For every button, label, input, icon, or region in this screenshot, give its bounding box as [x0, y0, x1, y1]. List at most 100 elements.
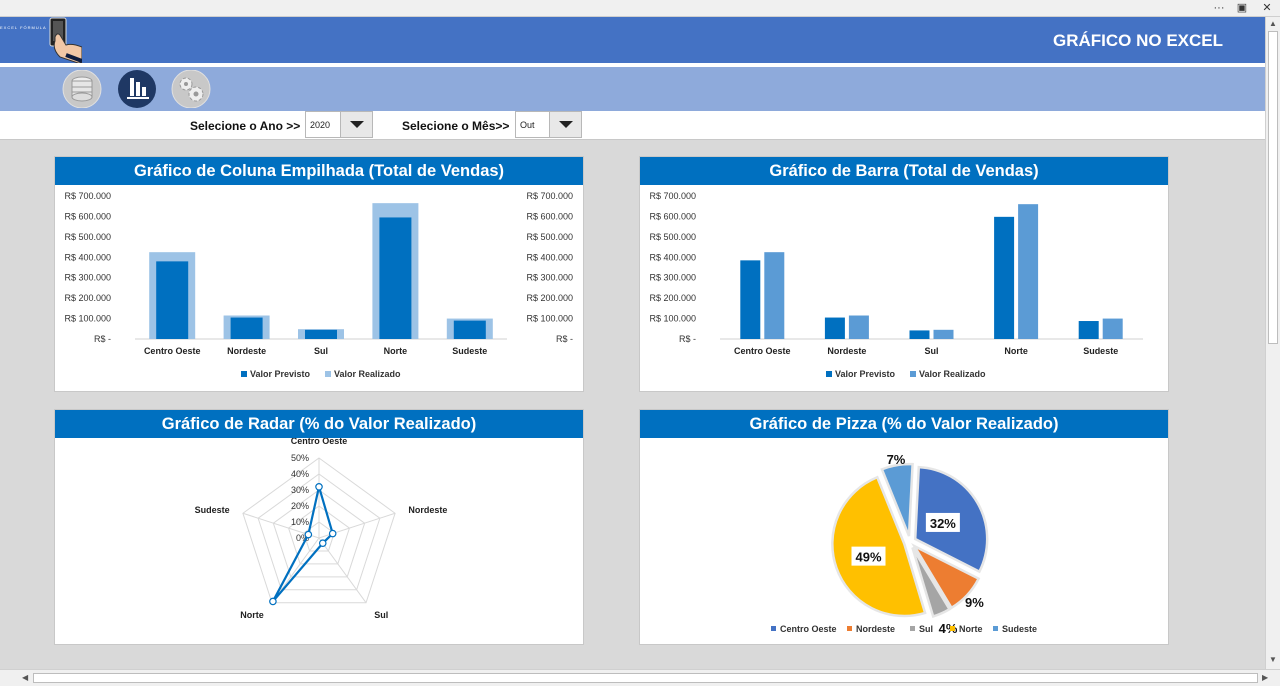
x-category-label: Centro Oeste	[734, 346, 791, 356]
x-category-label: Sudeste	[452, 346, 487, 356]
y2-tick-label: R$ 400.000	[526, 252, 573, 262]
bar-panel: Gráfico de Barra (Total de Vendas) R$ 70…	[639, 156, 1169, 392]
bar-chart-icon[interactable]	[116, 70, 158, 108]
y-tick-label: R$ 300.000	[649, 273, 696, 283]
y2-tick-label: R$ 600.000	[526, 211, 573, 221]
panel-title: Gráfico de Radar (% do Valor Realizado)	[55, 410, 583, 438]
y-tick-label: R$ 600.000	[64, 211, 111, 221]
y-tick-label: R$ 600.000	[649, 211, 696, 221]
legend-swatch	[847, 626, 852, 631]
scroll-left-icon[interactable]: ◀	[22, 673, 28, 682]
legend-swatch-previsto	[826, 371, 832, 377]
legend-label: Valor Realizado	[334, 369, 401, 379]
month-label: Selecione o Mês>>	[402, 119, 510, 133]
y-tick-label: R$ 700.000	[64, 191, 111, 201]
legend-label: Norte	[959, 624, 983, 634]
x-category-label: Centro Oeste	[144, 346, 201, 356]
bar-valor-previsto	[453, 320, 486, 339]
stacked-column-chart: R$ 700.000 R$ 700.000 R$ 600.000 R$ 600.000…	[64, 191, 573, 379]
month-value: Out	[520, 120, 535, 130]
radar-tick-label: 40%	[291, 469, 309, 479]
y2-tick-label: R$ 100.000	[526, 314, 573, 324]
legend-swatch-realizado	[325, 371, 331, 377]
legend-swatch-previsto	[241, 371, 247, 377]
legend-label: Valor Realizado	[919, 369, 986, 379]
close-window-icon[interactable]: ✕	[1256, 0, 1278, 17]
scroll-right-icon[interactable]: ▶	[1262, 673, 1268, 682]
radar-point	[315, 482, 323, 491]
legend-swatch	[950, 626, 955, 631]
month-dropdown-icon[interactable]	[549, 112, 581, 137]
navigation-bar	[0, 67, 1265, 111]
y-tick-label: R$ 400.000	[649, 252, 696, 262]
database-icon[interactable]	[61, 69, 103, 109]
radar-tick-label: 50%	[291, 453, 309, 463]
y-tick-label: R$ 200.000	[649, 293, 696, 303]
year-select[interactable]: 2020	[305, 111, 373, 138]
y2-tick-label: R$ 200.000	[526, 293, 573, 303]
stacked-column-panel: Gráfico de Coluna Empilhada (Total de Ve…	[54, 156, 584, 392]
legend-label: Sudeste	[1002, 624, 1037, 634]
y2-tick-label: R$ 300.000	[526, 273, 573, 283]
year-dropdown-icon[interactable]	[340, 112, 372, 137]
legend-swatch	[771, 626, 776, 631]
radar-tick-label: 20%	[291, 501, 309, 511]
more-options-icon[interactable]: ···	[1208, 0, 1230, 17]
y-tick-label: R$ 200.000	[64, 293, 111, 303]
legend-swatch	[910, 626, 915, 631]
horizontal-scroll-thumb[interactable]	[33, 673, 1258, 683]
bar-chart: R$ 700.000 R$ 600.000 R$ 500.000 R$ 400.000…	[649, 191, 1143, 379]
vertical-scrollbar[interactable]: ▲ ▼	[1265, 17, 1280, 669]
logo: EXCEL FÓRMULA	[0, 17, 83, 64]
y-tick-label: R$ 500.000	[649, 232, 696, 242]
pie-panel: Gráfico de Pizza (% do Valor Realizado) …	[639, 409, 1169, 645]
dashboard-header: EXCEL FÓRMULA GRÁFICO NO EXCEL	[0, 17, 1265, 64]
y2-tick-label: R$ 700.000	[526, 191, 573, 201]
bar-valor-previsto	[994, 216, 1015, 339]
pie-data-label: 32%	[930, 516, 956, 531]
horizontal-scrollbar[interactable]: ◀ ▶	[0, 669, 1280, 686]
vertical-scroll-thumb[interactable]	[1268, 31, 1278, 344]
bar-valor-previsto	[740, 260, 761, 339]
y-tick-label: R$ 700.000	[649, 191, 696, 201]
x-category-label: Nordeste	[827, 346, 866, 356]
legend-label: Sul	[919, 624, 933, 634]
legend-label: Valor Previsto	[250, 369, 311, 379]
y2-tick-label: R$ 500.000	[526, 232, 573, 242]
radar-point	[304, 530, 313, 539]
radar-spoke	[318, 537, 367, 604]
bar-valor-realizado	[1018, 204, 1039, 339]
radar-point	[318, 539, 327, 547]
x-category-label: Sudeste	[1083, 346, 1118, 356]
y-tick-label: R$ 100.000	[64, 314, 111, 324]
scroll-down-icon[interactable]: ▼	[1269, 655, 1277, 664]
pie-data-label: 49%	[855, 550, 881, 565]
radar-point	[328, 529, 337, 538]
month-select[interactable]: Out	[515, 111, 582, 138]
bar-valor-previsto	[1078, 321, 1099, 339]
window-titlebar: ··· ▣ ✕	[0, 0, 1280, 17]
legend-label: Valor Previsto	[835, 369, 896, 379]
x-category-label: Sul	[924, 346, 938, 356]
x-category-label: Nordeste	[227, 346, 266, 356]
x-category-label: Sul	[314, 346, 328, 356]
legend-swatch	[993, 626, 998, 631]
bar-valor-previsto	[230, 317, 263, 339]
pie-data-label: 7%	[887, 452, 906, 467]
y-tick-label: R$ -	[679, 334, 696, 344]
panel-title: Gráfico de Pizza (% do Valor Realizado)	[640, 410, 1168, 438]
legend-label: Nordeste	[856, 624, 895, 634]
panel-title: Gráfico de Coluna Empilhada (Total de Ve…	[55, 157, 583, 185]
radar-point	[269, 597, 277, 606]
settings-icon[interactable]	[170, 69, 212, 109]
x-category-label: Norte	[384, 346, 408, 356]
filter-row: Selecione o Ano >> 2020 Selecione o Mês>…	[0, 111, 1265, 140]
y-tick-label: R$ 300.000	[64, 273, 111, 283]
logo-text: EXCEL FÓRMULA	[0, 25, 47, 30]
legend-label: Centro Oeste	[780, 624, 837, 634]
panel-title: Gráfico de Barra (Total de Vendas)	[640, 157, 1168, 185]
scroll-up-icon[interactable]: ▲	[1269, 19, 1277, 28]
y-tick-label: R$ -	[94, 334, 111, 344]
hand-phone-icon	[49, 17, 83, 64]
restore-window-icon[interactable]: ▣	[1231, 0, 1253, 17]
